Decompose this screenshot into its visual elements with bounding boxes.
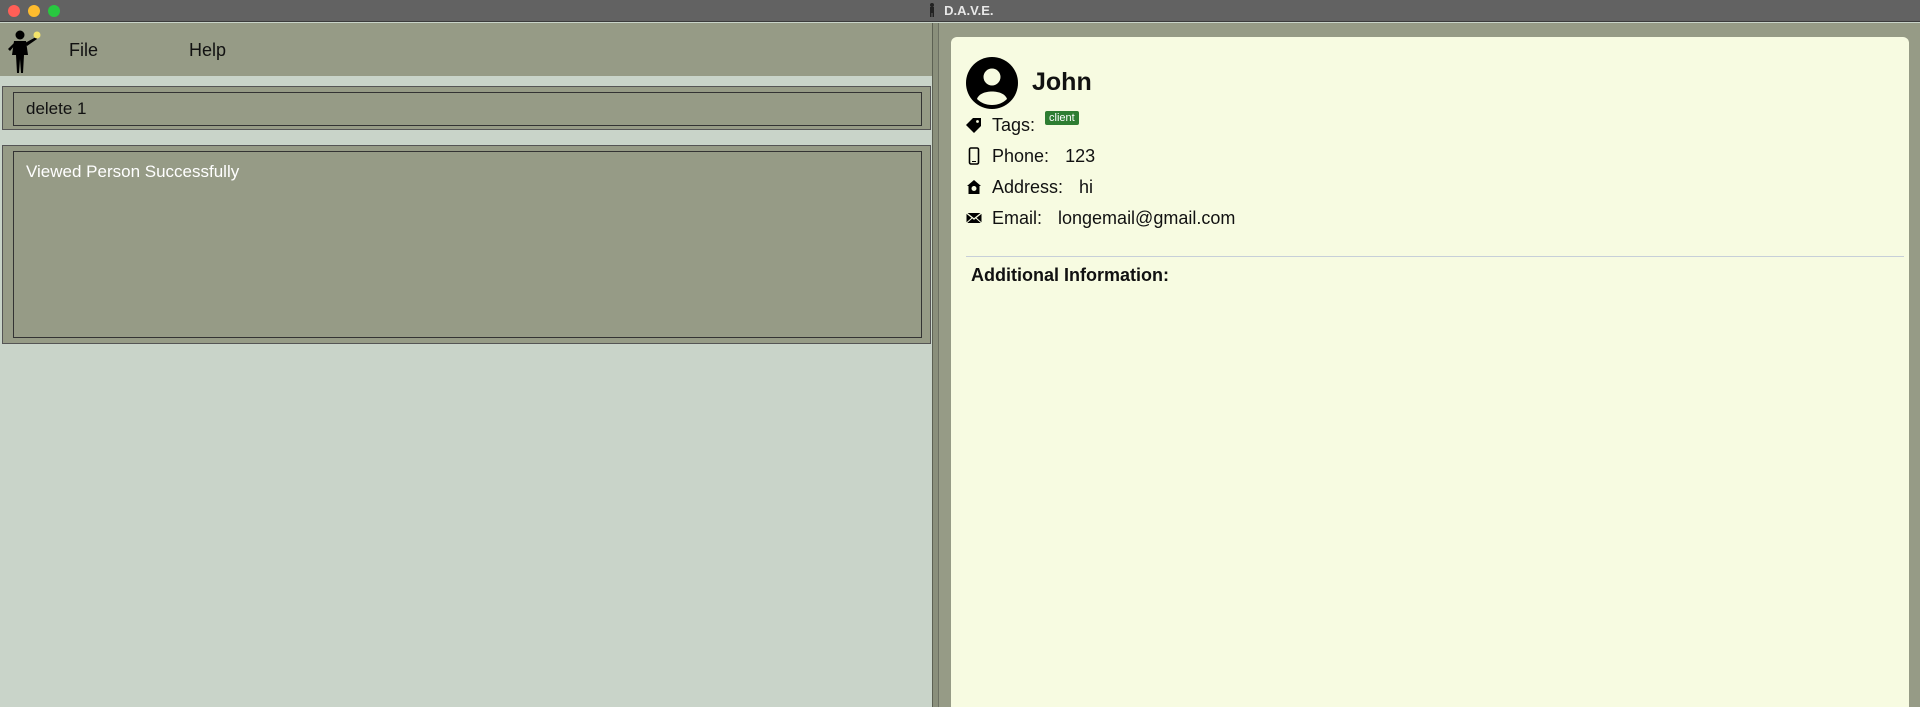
address-label: Address: xyxy=(992,176,1064,197)
person-silhouette-icon xyxy=(929,3,934,17)
left-pane: File Help Viewed Person Successfully xyxy=(0,23,932,707)
menu-help[interactable]: Help xyxy=(189,40,226,61)
email-value: longemail@gmail.com xyxy=(1058,207,1236,228)
email-label: Email: xyxy=(992,207,1043,228)
mail-icon xyxy=(966,212,982,224)
tags-row: Tags: client xyxy=(965,111,1079,136)
home-icon xyxy=(967,180,981,194)
person-name: John xyxy=(1032,68,1092,96)
person-card: John Tags: client Phone: 123 Address: hi… xyxy=(951,37,1909,707)
window-titlebar: D.A.V.E. xyxy=(0,0,1920,22)
result-display: Viewed Person Successfully xyxy=(13,151,922,338)
email-row: Email: longemail@gmail.com xyxy=(965,207,1235,229)
additional-info-heading: Additional Information: xyxy=(971,265,1169,285)
result-box: Viewed Person Successfully xyxy=(2,145,931,344)
address-value: hi xyxy=(1079,176,1094,197)
app-logo-icon xyxy=(8,30,41,73)
tag-badge: client xyxy=(1045,111,1079,125)
tag-icon xyxy=(966,118,981,133)
menu-file[interactable]: File xyxy=(69,40,98,61)
avatar-icon xyxy=(966,57,1018,109)
window-title: D.A.V.E. xyxy=(944,3,994,18)
window-title-container: D.A.V.E. xyxy=(0,3,1920,18)
phone-label: Phone: xyxy=(992,145,1050,166)
menu-bar: File Help xyxy=(0,23,932,76)
address-row: Address: hi xyxy=(965,176,1093,198)
phone-value: 123 xyxy=(1065,145,1096,166)
phone-row: Phone: 123 xyxy=(965,145,1095,167)
phone-icon xyxy=(968,147,980,165)
command-input[interactable] xyxy=(13,92,922,126)
split-pane-divider[interactable] xyxy=(932,23,939,707)
section-divider xyxy=(966,256,1904,257)
tags-label: Tags: xyxy=(992,114,1036,135)
command-box xyxy=(2,86,931,130)
